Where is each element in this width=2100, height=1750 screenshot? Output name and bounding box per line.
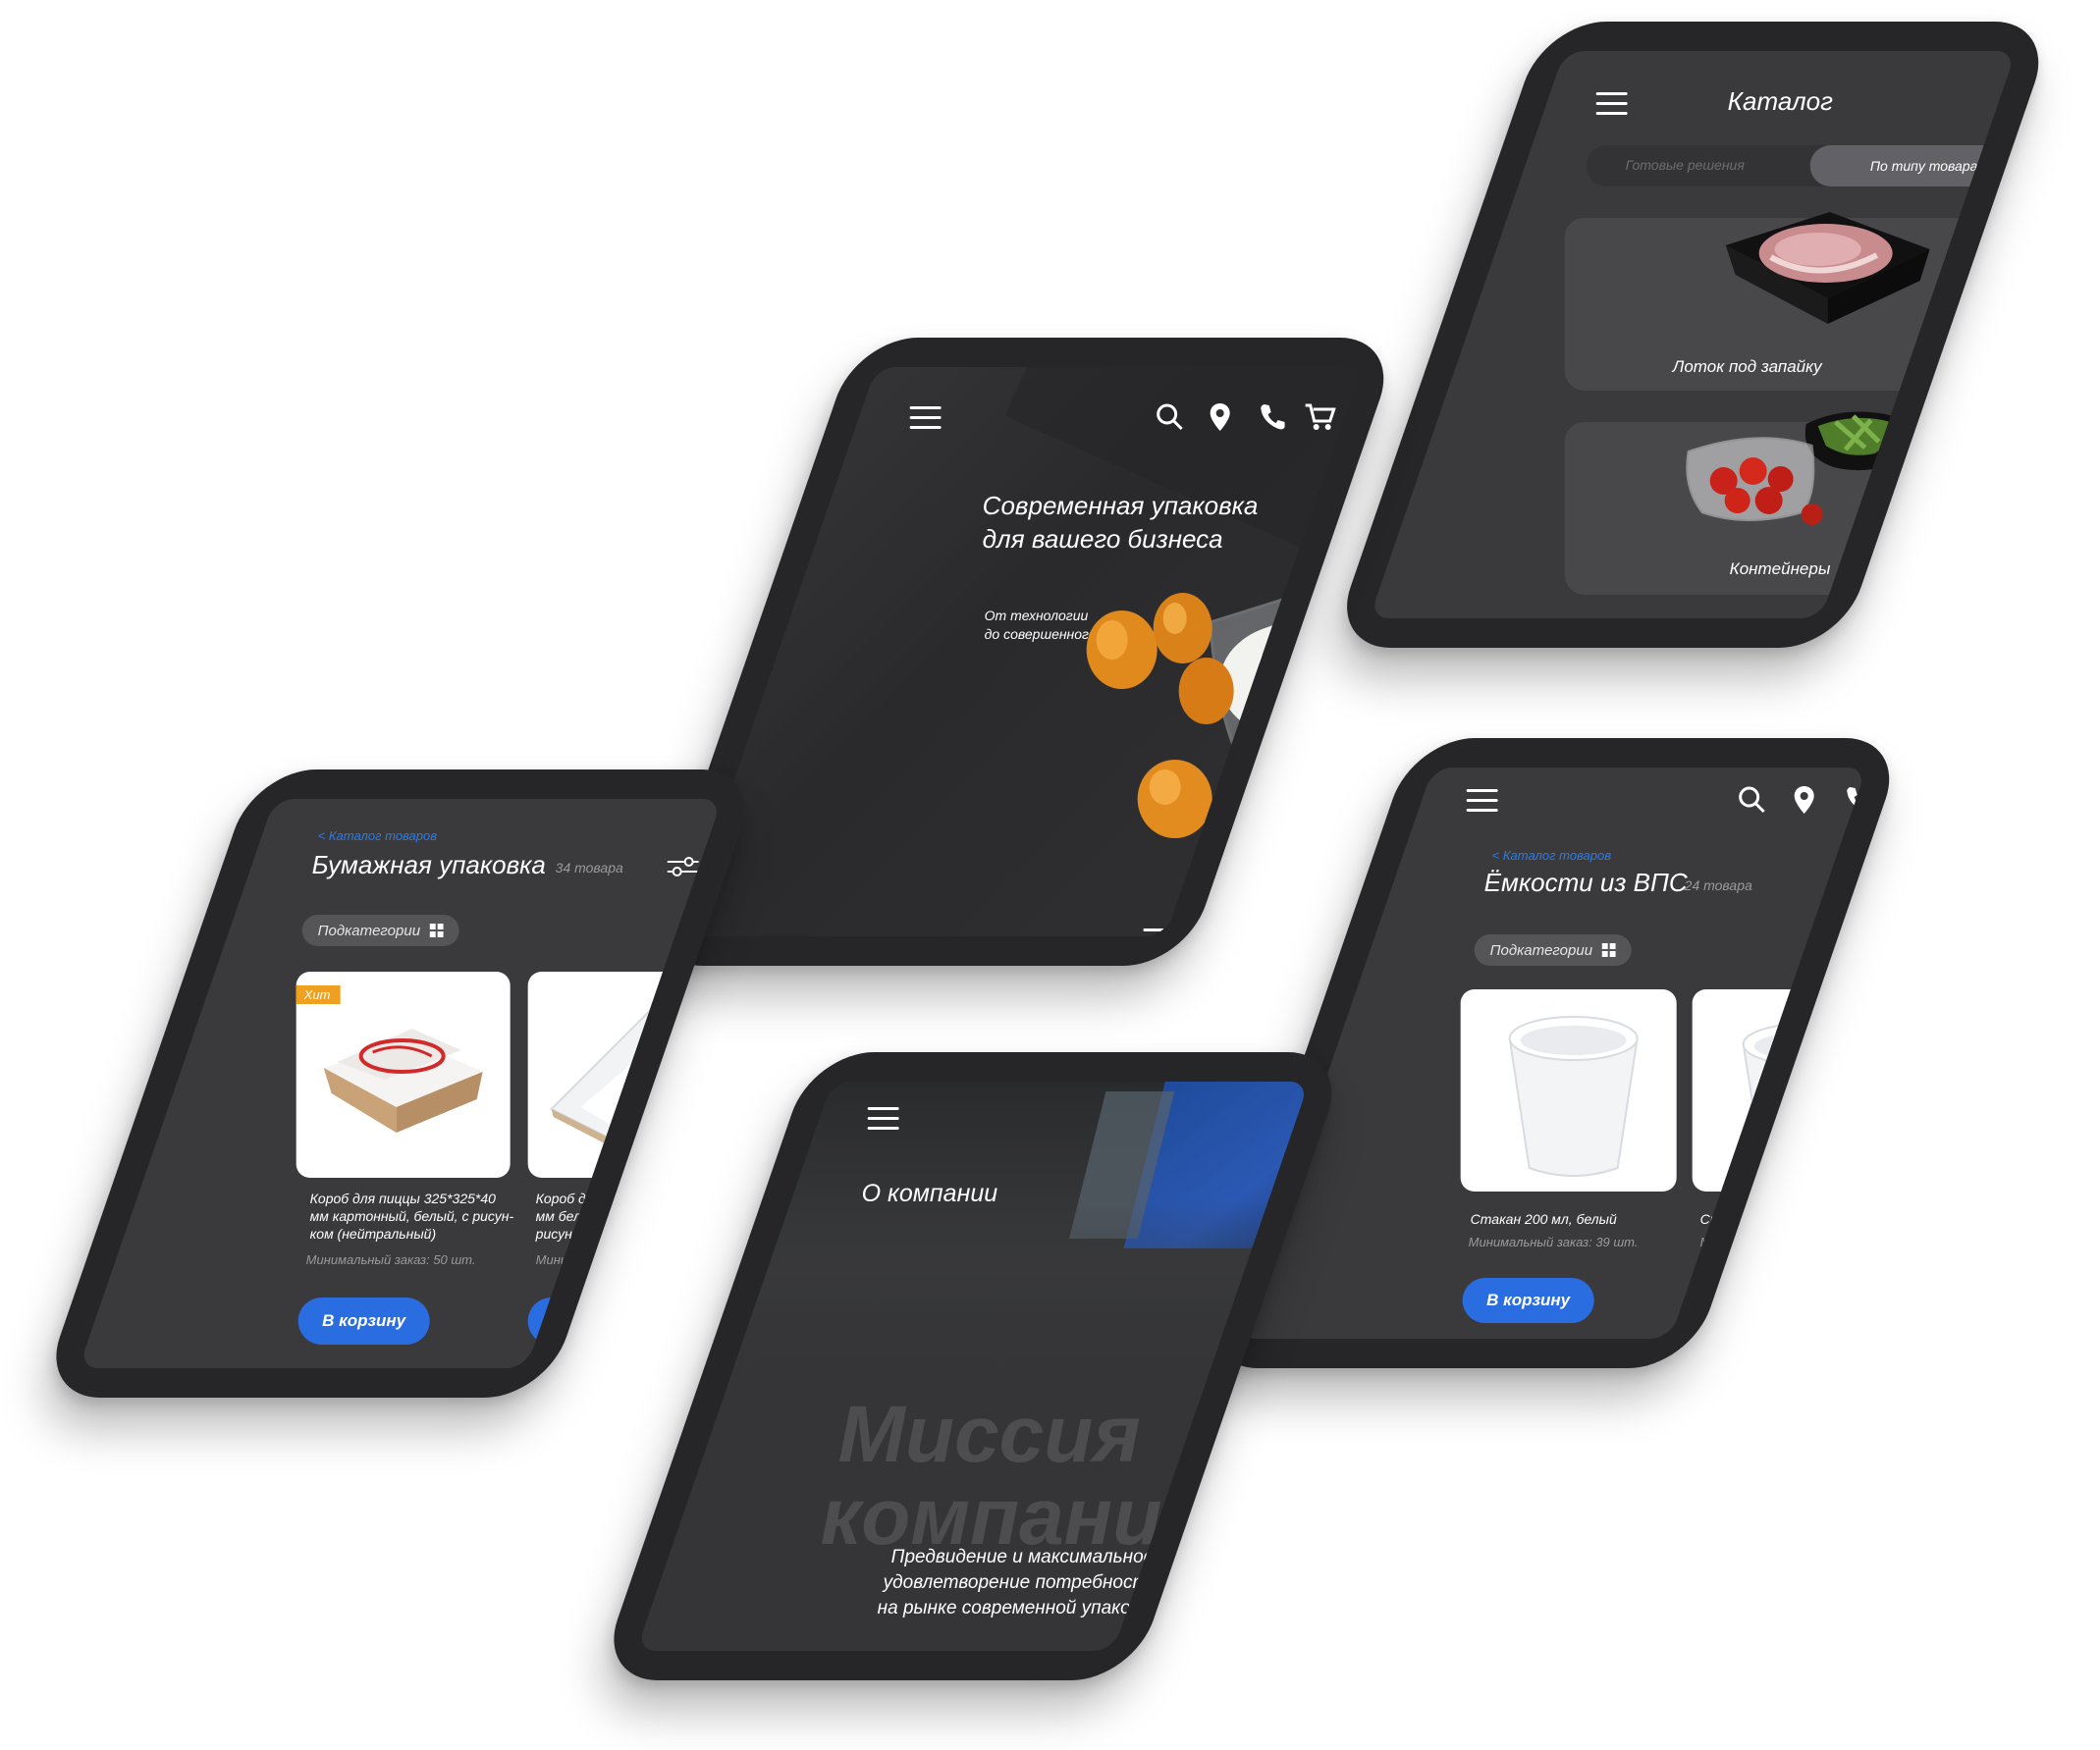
location-icon[interactable]: [1209, 402, 1232, 432]
catalog-screen: Каталог Готовые решения По типу товара Л…: [1369, 51, 2017, 618]
menu-icon[interactable]: [867, 1107, 899, 1137]
photo-fade: [733, 1199, 1310, 1415]
phone-icon[interactable]: [1260, 402, 1285, 430]
menu-icon[interactable]: [1595, 92, 1628, 122]
add-to-cart-button-1[interactable]: В корзину: [297, 1298, 430, 1345]
product-name-2: Стакан 180 мл, белый: [1699, 1211, 1847, 1227]
menu-icon[interactable]: [909, 406, 942, 436]
subcategories-button[interactable]: Подкатегории: [301, 915, 460, 946]
search-icon[interactable]: [1738, 785, 1767, 815]
mission-line-2: удовлетворение потребностей Клиентов: [883, 1572, 1263, 1593]
mission-line-3: на рынке современной упаковки.: [877, 1598, 1165, 1618]
page-title: Ёмкости из ВПС: [1483, 868, 1688, 897]
tab-by-type-label: По типу товара: [1869, 158, 1978, 174]
location-icon[interactable]: [1793, 785, 1816, 815]
product-name-2-line-1: Короб для пиццы 420*420*45: [535, 1191, 722, 1206]
product-name-2-line-2: мм белый картонный, без: [535, 1208, 706, 1224]
hero-headline-line-1: Современная упаковка: [982, 491, 1259, 520]
category-card-containers[interactable]: Контейнеры: [1564, 411, 2017, 595]
product-card-1[interactable]: [1460, 989, 1677, 1192]
menu-icon[interactable]: [1466, 789, 1498, 819]
mission-background-text: Миссия компании: [821, 1390, 1212, 1562]
search-icon[interactable]: [1156, 402, 1185, 432]
hero-headline: Современная упаковка для вашего бизнеса: [983, 489, 1259, 556]
phone-about: О компании Миссия компании Предвидение и…: [596, 1052, 1349, 1680]
add-to-cart-button-1[interactable]: В корзину: [1462, 1278, 1594, 1323]
page-title: Бумажная упаковка: [311, 850, 546, 879]
product-name-2-line-3: рисунка: [535, 1226, 587, 1242]
product-count: 24 товара: [1684, 877, 1752, 893]
slider-dot-2[interactable]: [1202, 928, 1252, 931]
breadcrumb[interactable]: < Каталог товаров: [1492, 848, 1611, 863]
hero-product-image: [1086, 570, 1362, 838]
product-name-2: Короб для пиццы 420*420*45 мм белый карт…: [536, 1190, 722, 1243]
product-name-1-line-2: мм картонный, белый, с рисун-: [309, 1208, 514, 1224]
add-to-cart-button-2[interactable]: В корзину: [527, 1298, 660, 1345]
product-card-2[interactable]: [527, 972, 723, 1178]
phone-paper-packaging: < Каталог товаров Бумажная упаковка 34 т…: [38, 769, 763, 1398]
foam-cup-200-image: [1508, 1016, 1639, 1177]
hero-slider-dots[interactable]: [1143, 928, 1362, 931]
min-order-1: Минимальный заказ: 50 шт.: [305, 1252, 476, 1267]
category-label-containers: Контейнеры: [1729, 559, 1831, 578]
phone-vps-containers: < Каталог товаров Ёмкости из ВПС 24 това…: [1196, 738, 1907, 1368]
foam-cup-180-image: [1742, 1023, 1867, 1176]
product-card-2[interactable]: [1692, 989, 1867, 1192]
product-name-1-line-1: Короб для пиццы 325*325*40: [309, 1191, 496, 1206]
grid-icon: [1602, 943, 1617, 957]
filter-icon[interactable]: [1847, 874, 1867, 895]
containers-image: [1686, 411, 1912, 525]
slider-dot-1[interactable]: [1143, 928, 1193, 931]
phone-icon[interactable]: [1846, 785, 1867, 813]
subcategories-label: Подкатегории: [317, 922, 421, 939]
breadcrumb[interactable]: < Каталог товаров: [318, 828, 437, 843]
mission-bg-line-1: Миссия: [837, 1390, 1141, 1479]
product-card-1[interactable]: Хит: [296, 972, 511, 1178]
phone-catalog: Каталог Готовые решения По типу товара Л…: [1329, 22, 2056, 648]
hit-badge: Хит: [296, 985, 341, 1004]
about-screen: О компании Миссия компании Предвидение и…: [635, 1082, 1310, 1651]
product-count: 34 товара: [555, 860, 623, 875]
page-title: О компании: [861, 1180, 998, 1207]
mission-line-1: Предвидение и максимальное: [890, 1547, 1155, 1567]
category-card-tray[interactable]: Лоток под запайку: [1564, 212, 2017, 391]
product-name-1: Короб для пиццы 325*325*40 мм картонный,…: [310, 1190, 513, 1243]
min-order-2: Минимальный заказ: 50 шт.: [535, 1252, 706, 1267]
min-order-1: Минимальный заказ: 39 шт.: [1468, 1235, 1639, 1249]
product-name-1-line-3: ком (нейтральный): [309, 1226, 437, 1242]
grid-icon: [430, 924, 445, 937]
category-label-tray: Лоток под запайку: [1672, 357, 1822, 376]
paper-screen: < Каталог товаров Бумажная упаковка 34 т…: [78, 799, 723, 1368]
breadcrumb-link[interactable]: Каталог товаров: [1503, 848, 1611, 863]
catalog-tabs: Готовые решения По типу товара: [1586, 145, 2017, 186]
tab-by-type[interactable]: По типу товара: [1809, 145, 2017, 186]
home-screen: Современная упаковка для вашего бизнеса …: [679, 367, 1362, 936]
subcategories-label: Подкатегории: [1489, 941, 1593, 959]
filter-icon[interactable]: [667, 856, 699, 877]
add-to-cart-button-2[interactable]: В корзину: [1694, 1278, 1826, 1323]
mission-text: Предвидение и максимальное удовлетворени…: [833, 1545, 1263, 1621]
tab-ready-solutions[interactable]: Готовые решения: [1626, 157, 1745, 173]
subcategories-button[interactable]: Подкатегории: [1474, 934, 1633, 966]
phone-home: Современная упаковка для вашего бизнеса …: [640, 338, 1401, 966]
pizza-box-white-image: [549, 999, 721, 1146]
page-title: Каталог: [1727, 86, 1833, 116]
sealing-tray-image: [1725, 212, 1930, 324]
slider-dot-3[interactable]: [1261, 928, 1311, 931]
min-order-2: Минимальный заказ: 39 шт.: [1699, 1235, 1867, 1249]
vps-screen: < Каталог товаров Ёмкости из ВПС 24 това…: [1236, 768, 1867, 1339]
cart-icon[interactable]: [1305, 402, 1336, 432]
product-name-1: Стакан 200 мл, белый: [1470, 1211, 1617, 1227]
pizza-box-printed-image: [323, 1029, 483, 1133]
breadcrumb-link[interactable]: Каталог товаров: [329, 828, 437, 843]
hero-headline-line-2: для вашего бизнеса: [982, 524, 1223, 554]
